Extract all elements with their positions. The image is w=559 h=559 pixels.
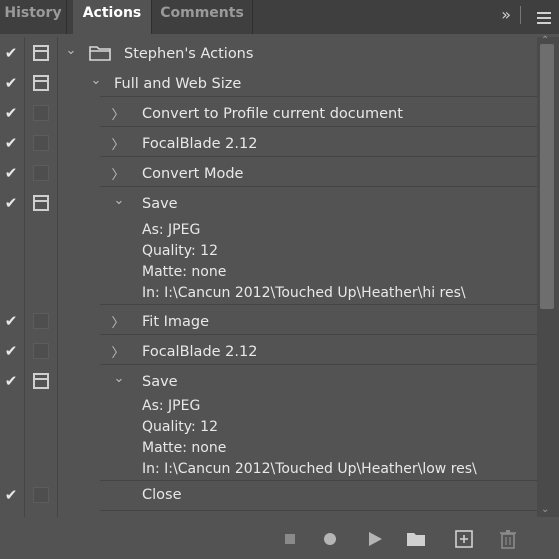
checkmark-icon[interactable]: ✔ bbox=[3, 312, 19, 330]
chevron-right-icon[interactable]: 〉 bbox=[111, 164, 125, 183]
dialog-toggle-icon[interactable] bbox=[33, 373, 49, 389]
dialog-toggle-icon[interactable] bbox=[33, 105, 49, 121]
dialog-toggle-icon[interactable] bbox=[33, 195, 49, 211]
tab-divider bbox=[252, 0, 253, 34]
step-detail: Quality: 12 bbox=[142, 243, 218, 259]
step-detail: In: I:\Cancun 2012\Touched Up\Heather\hi… bbox=[142, 285, 466, 301]
delete-trash-icon[interactable] bbox=[497, 528, 519, 550]
step-label: Save bbox=[142, 374, 178, 390]
double-chevron-right-icon[interactable]: » bbox=[501, 5, 511, 24]
checkmark-icon[interactable]: ✔ bbox=[3, 164, 19, 182]
step-detail: As: JPEG bbox=[142, 222, 201, 238]
chevron-right-icon[interactable]: 〉 bbox=[111, 104, 125, 123]
chevron-down-icon[interactable]: ⌄ bbox=[64, 43, 78, 58]
action-label: Full and Web Size bbox=[114, 76, 242, 92]
record-icon[interactable] bbox=[319, 528, 341, 550]
hamburger-menu-icon[interactable] bbox=[537, 9, 551, 24]
dialog-toggle-icon[interactable] bbox=[33, 487, 49, 503]
step-detail: Matte: none bbox=[142, 264, 227, 280]
checkmark-icon[interactable]: ✔ bbox=[3, 372, 19, 390]
dialog-toggle-icon[interactable] bbox=[33, 313, 49, 329]
action-step-row[interactable]: ✔ ⌄ Save As: JPEG Quality: 12 Matte: non… bbox=[0, 365, 537, 481]
checkmark-icon[interactable]: ✔ bbox=[3, 44, 19, 62]
action-step-row[interactable]: ✔ Close bbox=[0, 481, 537, 511]
chevron-down-icon[interactable]: ⌄ bbox=[112, 193, 126, 208]
action-step-row[interactable]: ✔ 〉 FocalBlade 2.12 bbox=[0, 127, 537, 157]
bottom-toolbar bbox=[0, 517, 559, 559]
step-detail: In: I:\Cancun 2012\Touched Up\Heather\lo… bbox=[142, 461, 477, 477]
scrollbar-thumb[interactable] bbox=[540, 44, 554, 309]
chevron-right-icon[interactable]: 〉 bbox=[111, 342, 125, 361]
action-step-row[interactable]: ✔ 〉 Convert Mode bbox=[0, 157, 537, 187]
dialog-toggle-icon[interactable] bbox=[33, 165, 49, 181]
chevron-down-icon[interactable]: ⌄ bbox=[112, 371, 126, 386]
scroll-down-icon[interactable]: ⌄ bbox=[541, 504, 549, 515]
action-step-row[interactable]: ✔ 〉 Convert to Profile current document bbox=[0, 97, 537, 127]
panel-tab-bar: History Actions Comments » bbox=[0, 0, 559, 36]
checkmark-icon[interactable]: ✔ bbox=[3, 74, 19, 92]
new-action-icon[interactable] bbox=[453, 528, 475, 550]
folder-icon bbox=[89, 45, 111, 65]
tab-actions[interactable]: Actions bbox=[73, 0, 151, 36]
step-label: Fit Image bbox=[142, 314, 210, 330]
checkmark-icon[interactable]: ✔ bbox=[3, 104, 19, 122]
step-label: FocalBlade 2.12 bbox=[142, 136, 258, 152]
chevron-right-icon[interactable]: 〉 bbox=[111, 134, 125, 153]
play-icon[interactable] bbox=[364, 528, 386, 550]
dialog-toggle-icon[interactable] bbox=[33, 135, 49, 151]
chevron-down-icon[interactable]: ⌄ bbox=[89, 73, 103, 88]
action-step-row[interactable]: ✔ 〉 Fit Image bbox=[0, 305, 537, 335]
checkmark-icon[interactable]: ✔ bbox=[3, 342, 19, 360]
tab-comments[interactable]: Comments bbox=[152, 0, 252, 34]
tab-history[interactable]: History bbox=[0, 0, 66, 34]
dialog-toggle-icon[interactable] bbox=[33, 75, 49, 91]
step-label: Convert Mode bbox=[142, 166, 244, 182]
action-step-row[interactable]: ✔ 〉 FocalBlade 2.12 bbox=[0, 335, 537, 365]
actions-list: ✔ ⌄ Stephen's Actions ✔ ⌄ Full and Web S… bbox=[0, 37, 537, 517]
step-label: Convert to Profile current document bbox=[142, 106, 403, 122]
action-row[interactable]: ✔ ⌄ Full and Web Size bbox=[0, 67, 537, 97]
dialog-toggle-icon[interactable] bbox=[33, 45, 49, 61]
checkmark-icon[interactable]: ✔ bbox=[3, 194, 19, 212]
step-label: Save bbox=[142, 196, 178, 212]
step-detail: Quality: 12 bbox=[142, 419, 218, 435]
scrollbar[interactable]: ⌃ ⌄ bbox=[537, 35, 559, 517]
dialog-toggle-icon[interactable] bbox=[33, 343, 49, 359]
step-detail: Matte: none bbox=[142, 440, 227, 456]
divider bbox=[520, 6, 521, 24]
action-step-row[interactable]: ✔ ⌄ Save As: JPEG Quality: 12 Matte: non… bbox=[0, 187, 537, 305]
action-set-label: Stephen's Actions bbox=[124, 46, 254, 62]
action-set-row[interactable]: ✔ ⌄ Stephen's Actions bbox=[0, 37, 537, 67]
row-divider bbox=[100, 510, 537, 511]
step-label: Close bbox=[142, 487, 182, 503]
checkmark-icon[interactable]: ✔ bbox=[3, 486, 19, 504]
tab-divider bbox=[66, 0, 67, 34]
stop-icon[interactable] bbox=[279, 528, 301, 550]
step-detail: As: JPEG bbox=[142, 398, 201, 414]
checkmark-icon[interactable]: ✔ bbox=[3, 134, 19, 152]
step-label: FocalBlade 2.12 bbox=[142, 344, 258, 360]
new-set-folder-icon[interactable] bbox=[405, 528, 427, 550]
chevron-right-icon[interactable]: 〉 bbox=[111, 312, 125, 331]
